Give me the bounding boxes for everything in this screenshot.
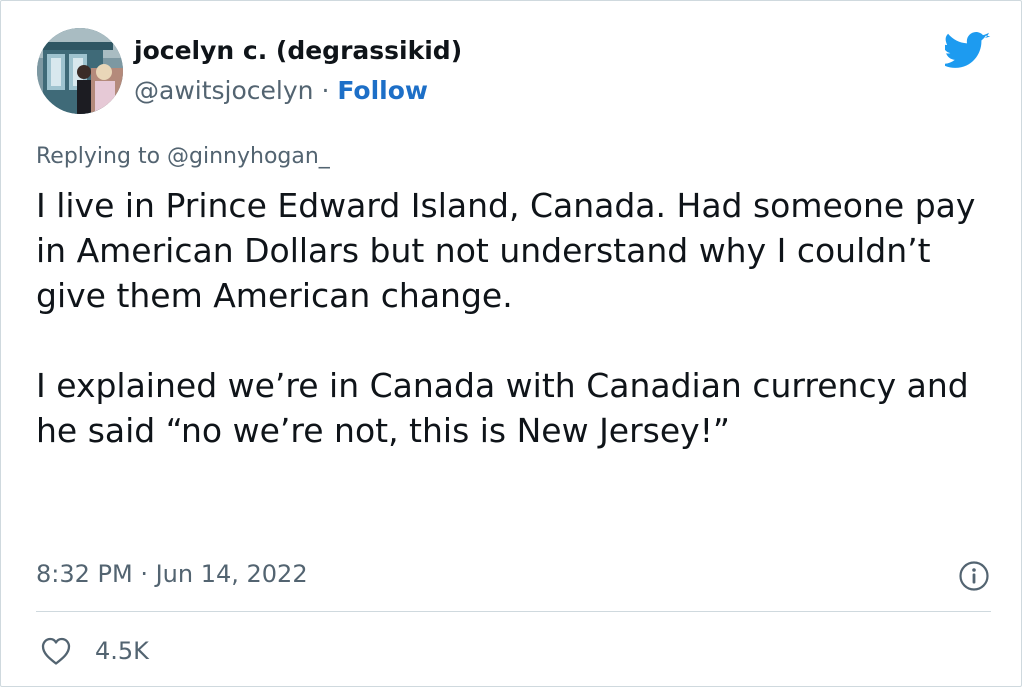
- tweet-paragraph-2: I explained we’re in Canada with Canadia…: [36, 366, 969, 450]
- follow-button[interactable]: Follow: [337, 76, 428, 105]
- replying-prefix: Replying to: [36, 144, 168, 169]
- twitter-bird-icon[interactable]: [945, 31, 991, 71]
- tweet-body: I live in Prince Edward Island, Canada. …: [36, 183, 976, 453]
- tweet-timestamp[interactable]: 8:32 PM · Jun 14, 2022: [36, 557, 308, 591]
- heart-icon[interactable]: [39, 635, 73, 667]
- profile-photo-icon: [37, 28, 123, 114]
- info-icon[interactable]: [958, 560, 990, 592]
- author-handle[interactable]: @awitsjocelyn: [134, 76, 314, 105]
- tweet-card: jocelyn c. (degrassikid) @awitsjocelyn ·…: [0, 0, 1022, 687]
- author-handle-row: @awitsjocelyn · Follow: [134, 75, 428, 107]
- replying-to-line: Replying to @ginnyhogan_: [36, 142, 330, 172]
- like-count: 4.5K: [95, 637, 149, 665]
- author-display-name[interactable]: jocelyn c. (degrassikid): [134, 35, 462, 67]
- tweet-paragraph-1: I live in Prince Edward Island, Canada. …: [36, 186, 976, 315]
- author-avatar[interactable]: [37, 28, 123, 114]
- reply-to-handle[interactable]: @ginnyhogan_: [167, 144, 330, 169]
- handle-separator: ·: [313, 76, 338, 105]
- tweet-divider: [36, 611, 991, 612]
